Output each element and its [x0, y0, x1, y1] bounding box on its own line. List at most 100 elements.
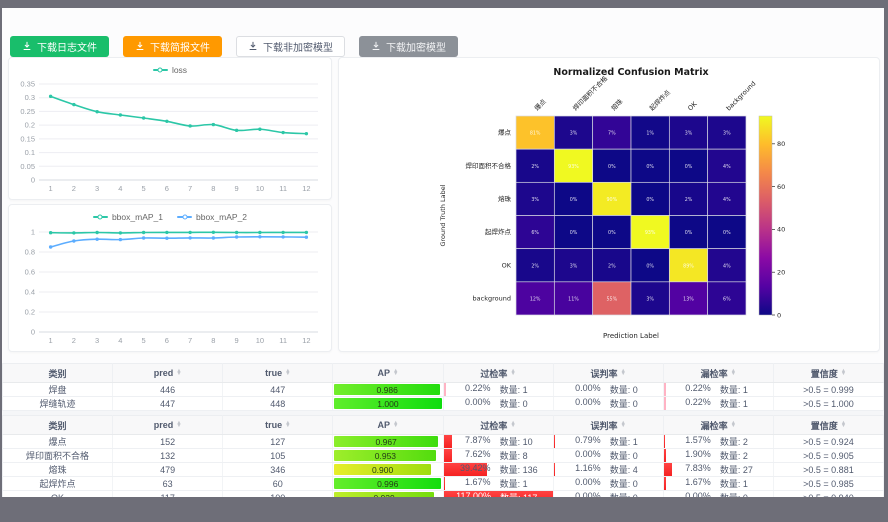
sort-icon: ▲▼	[510, 370, 515, 377]
cell-miss-rate: 1.90%数量: 2	[663, 449, 773, 463]
rate-percent: 7.62%	[457, 449, 491, 462]
chart-title: Normalized Confusion Matrix	[553, 67, 708, 78]
svg-text:20: 20	[777, 269, 785, 277]
ap-value: 0.900	[372, 465, 393, 475]
cell-true: 127	[223, 435, 333, 449]
cell-misjudge-rate: 0.00%数量: 0	[553, 477, 663, 491]
cell-true: 105	[223, 449, 333, 463]
x-axis-label: Prediction Label	[603, 332, 659, 340]
metrics-table: 类别pred▲▼true▲▼AP▲▼过检率▲▼误判率▲▼漏检率▲▼置信度▲▼ 焊…	[2, 363, 884, 411]
ap-bar: 0.953	[334, 450, 436, 461]
svg-text:89%: 89%	[683, 263, 694, 269]
cell-category: 起焊炸点	[3, 477, 113, 491]
cell-miss-rate: 1.57%数量: 2	[663, 435, 773, 449]
column-header-类别: 类别	[3, 416, 113, 435]
rate-percent: 7.83%	[677, 463, 711, 476]
column-header-漏检率[interactable]: 漏检率▲▼	[663, 364, 773, 383]
rate-percent: 0.00%	[567, 383, 601, 396]
svg-text:4%: 4%	[723, 263, 731, 269]
column-header-误判率[interactable]: 误判率▲▼	[553, 416, 663, 435]
cell-miss-rate: 7.83%数量: 27	[663, 463, 773, 477]
sort-icon: ▲▼	[393, 422, 398, 429]
svg-text:0.4: 0.4	[25, 288, 35, 297]
cell-over-rate: 1.67%数量: 1	[443, 477, 553, 491]
rate-count: 数量: 1	[720, 397, 760, 410]
column-header-漏检率[interactable]: 漏检率▲▼	[663, 416, 773, 435]
sort-icon: ▲▼	[731, 422, 736, 429]
column-header-true[interactable]: true▲▼	[223, 416, 333, 435]
rate-percent: 0.00%	[457, 397, 491, 410]
button-label: 下载简报文件	[150, 39, 210, 54]
sort-icon: ▲▼	[731, 370, 736, 377]
svg-text:OK: OK	[686, 100, 699, 113]
rate-percent: 1.16%	[567, 463, 601, 476]
column-header-置信度[interactable]: 置信度▲▼	[773, 364, 883, 383]
ap-value: 0.967	[376, 437, 397, 447]
matrix-cells: 81%3%7%1%3%3%2%93%0%0%0%4%3%0%90%0%2%4%6…	[516, 116, 746, 315]
sort-icon: ▲▼	[510, 422, 515, 429]
svg-text:0.2: 0.2	[25, 121, 35, 130]
rate-count: 数量: 10	[500, 435, 540, 448]
download-unencrypted-model-button[interactable]: 下载非加密模型	[236, 36, 345, 57]
svg-text:background: background	[725, 80, 758, 113]
column-header-true[interactable]: true▲▼	[223, 364, 333, 383]
download-report-button[interactable]: 下载简报文件	[123, 36, 222, 57]
rate-count: 数量: 117	[500, 491, 540, 497]
svg-text:3: 3	[95, 184, 99, 193]
table-row: 焊缝轨迹 447 448 1.000 0.00%数量: 0 0.00%数量: 0…	[3, 397, 884, 411]
row-labels: 爆点焊印面积不合格熔珠起焊炸点OKbackground	[466, 128, 512, 303]
cell-over-rate: 0.00%数量: 0	[443, 397, 553, 411]
column-header-pred[interactable]: pred▲▼	[113, 416, 223, 435]
svg-text:11: 11	[279, 184, 287, 193]
cell-category: 焊印面积不合格	[3, 449, 113, 463]
svg-text:90%: 90%	[606, 197, 617, 203]
cell-confidence: >0.5 = 0.940	[773, 491, 883, 498]
svg-text:0.3: 0.3	[25, 93, 35, 102]
table-row: 焊印面积不合格 132 105 0.953 7.62%数量: 8 0.00%数量…	[3, 449, 884, 463]
cell-true: 448	[223, 397, 333, 411]
svg-text:0: 0	[31, 176, 35, 185]
svg-text:0%: 0%	[685, 230, 693, 236]
svg-text:2: 2	[72, 184, 76, 193]
column-header-AP[interactable]: AP▲▼	[333, 364, 443, 383]
svg-text:0.6: 0.6	[25, 268, 35, 277]
cell-over-rate: 7.62%数量: 8	[443, 449, 553, 463]
sort-icon: ▲▼	[620, 370, 625, 377]
download-log-button[interactable]: 下载日志文件	[10, 36, 109, 57]
svg-text:11: 11	[279, 336, 287, 345]
cell-confidence: >0.5 = 0.881	[773, 463, 883, 477]
cell-confidence: >0.5 = 0.924	[773, 435, 883, 449]
cell-misjudge-rate: 0.00%数量: 0	[553, 449, 663, 463]
svg-text:0: 0	[31, 328, 35, 337]
column-header-类别: 类别	[3, 364, 113, 383]
column-header-置信度[interactable]: 置信度▲▼	[773, 416, 883, 435]
rate-count: 数量: 1	[720, 477, 760, 490]
svg-text:2%: 2%	[531, 164, 539, 170]
cell-confidence: >0.5 = 0.905	[773, 449, 883, 463]
svg-text:2: 2	[72, 336, 76, 345]
column-header-过检率[interactable]: 过检率▲▼	[443, 364, 553, 383]
svg-text:81%: 81%	[530, 131, 541, 137]
column-header-AP[interactable]: AP▲▼	[333, 416, 443, 435]
cell-pred: 446	[113, 383, 223, 397]
cell-pred: 152	[113, 435, 223, 449]
svg-text:0%: 0%	[685, 164, 693, 170]
legend-item-bbox_mAP_1[interactable]: bbox_mAP_1	[93, 212, 163, 222]
svg-text:起焊炸点: 起焊炸点	[647, 87, 672, 112]
download-encrypted-model-button[interactable]: 下载加密模型	[359, 36, 458, 57]
svg-text:0%: 0%	[608, 230, 616, 236]
column-header-误判率[interactable]: 误判率▲▼	[553, 364, 663, 383]
legend-line-icon	[153, 69, 168, 71]
legend-item-bbox_mAP_2[interactable]: bbox_mAP_2	[177, 212, 247, 222]
svg-text:0.25: 0.25	[20, 107, 35, 116]
column-header-过检率[interactable]: 过检率▲▼	[443, 416, 553, 435]
svg-text:11%: 11%	[568, 296, 579, 302]
cell-misjudge-rate: 1.16%数量: 4	[553, 463, 663, 477]
col-labels: 爆点焊印面积不合格熔珠起焊炸点OKbackground	[532, 74, 757, 113]
svg-text:0%: 0%	[646, 197, 654, 203]
svg-text:0%: 0%	[570, 230, 578, 236]
svg-text:7%: 7%	[608, 131, 616, 137]
column-header-pred[interactable]: pred▲▼	[113, 364, 223, 383]
legend-item-loss[interactable]: loss	[153, 65, 187, 75]
rate-percent: 1.67%	[677, 477, 711, 490]
